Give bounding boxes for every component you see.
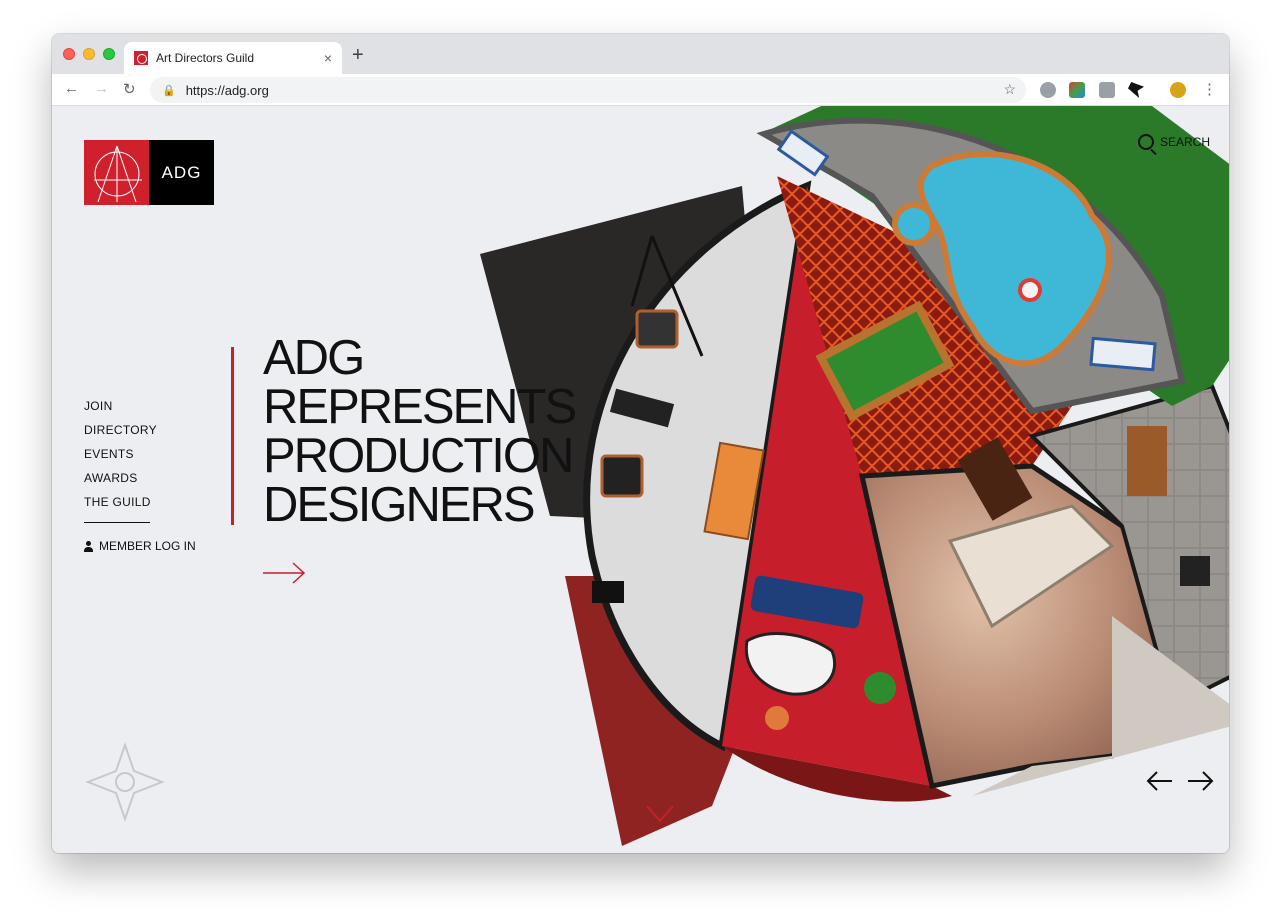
- facebook-extension-icon[interactable]: [1099, 82, 1115, 98]
- previous-slide-button[interactable]: [1146, 770, 1172, 792]
- search-icon: [1138, 134, 1154, 150]
- adg-logo[interactable]: ADG: [84, 140, 214, 205]
- member-login-link[interactable]: MEMBER LOG IN: [84, 539, 196, 553]
- tab-bar: Art Directors Guild × +: [52, 34, 1229, 74]
- bookmark-star-icon[interactable]: ☆: [1003, 81, 1016, 98]
- directors-chair: [635, 309, 679, 349]
- potted-plant: [864, 672, 896, 704]
- nav-divider: [84, 522, 150, 523]
- browser-menu-icon[interactable]: ⋮: [1202, 80, 1217, 98]
- browser-window: Art Directors Guild × + ← → ↻ 🔒 https://…: [52, 34, 1229, 853]
- maximize-window-button[interactable]: [103, 48, 115, 60]
- tab-title: Art Directors Guild: [156, 51, 255, 65]
- adg-favicon-icon: [134, 51, 148, 65]
- beach-ball: [1018, 278, 1042, 302]
- slider-controls: [1146, 770, 1214, 792]
- patio-bench: [1127, 426, 1167, 496]
- new-tab-button[interactable]: +: [352, 44, 364, 67]
- headline-line: ADG: [263, 331, 365, 385]
- address-bar[interactable]: 🔒 https://adg.org ☆: [150, 77, 1026, 103]
- adg-homepage: ADG SEARCH JOIN DIRECTORY EVENTS AWARDS …: [52, 106, 1229, 853]
- headline-line: REPRESENTS: [263, 380, 577, 434]
- profile-avatar[interactable]: [1170, 82, 1186, 98]
- color-extension-icon[interactable]: [1069, 82, 1085, 98]
- hero-headline: ADG REPRESENTS PRODUCTION DESIGNERS: [263, 331, 577, 532]
- window-controls: [63, 48, 115, 60]
- user-icon: [84, 540, 93, 552]
- browser-tab[interactable]: Art Directors Guild ×: [124, 42, 342, 74]
- nav-item-join[interactable]: JOIN: [84, 398, 196, 422]
- arrow-right-icon: [263, 562, 306, 584]
- film-camera: [592, 581, 624, 603]
- lantern: [1180, 556, 1210, 586]
- side-table: [765, 706, 789, 730]
- hero-cta-arrow[interactable]: [263, 561, 307, 590]
- url-text: https://adg.org: [185, 82, 269, 98]
- back-icon[interactable]: ←: [64, 80, 79, 97]
- nav-item-awards[interactable]: AWARDS: [84, 470, 196, 494]
- close-window-button[interactable]: [63, 48, 75, 60]
- search-label: SEARCH: [1160, 135, 1211, 149]
- reload-icon[interactable]: ↻: [123, 80, 136, 98]
- browser-toolbar: ← → ↻ 🔒 https://adg.org ☆ ⋮: [52, 74, 1229, 106]
- headline-accent-bar: [231, 347, 234, 525]
- nav-item-directory[interactable]: DIRECTORY: [84, 422, 196, 446]
- globe-extension-icon[interactable]: [1040, 82, 1056, 98]
- member-login-label: MEMBER LOG IN: [99, 539, 196, 553]
- nav-item-events[interactable]: EVENTS: [84, 446, 196, 470]
- minimize-window-button[interactable]: [83, 48, 95, 60]
- headline-line: DESIGNERS: [263, 478, 536, 532]
- nav-item-the-guild[interactable]: THE GUILD: [84, 494, 196, 518]
- bird-extension-icon[interactable]: [1128, 82, 1144, 98]
- search-button[interactable]: SEARCH: [1138, 134, 1210, 150]
- directors-chair: [600, 454, 644, 498]
- adg-emblem-icon: [84, 140, 149, 205]
- hot-tub: [892, 202, 936, 246]
- headline-line: PRODUCTION: [263, 429, 574, 483]
- forward-icon[interactable]: →: [94, 80, 109, 97]
- tab-close-icon[interactable]: ×: [324, 50, 332, 66]
- iatse-emblem-icon: [84, 741, 166, 828]
- next-slide-button[interactable]: [1188, 770, 1214, 792]
- set-design-illustration: [480, 106, 1229, 846]
- lock-icon: 🔒: [162, 84, 176, 97]
- lounge-chair: [1089, 336, 1157, 372]
- main-nav: JOIN DIRECTORY EVENTS AWARDS THE GUILD M…: [84, 398, 196, 553]
- logo-wordmark: ADG: [149, 140, 214, 205]
